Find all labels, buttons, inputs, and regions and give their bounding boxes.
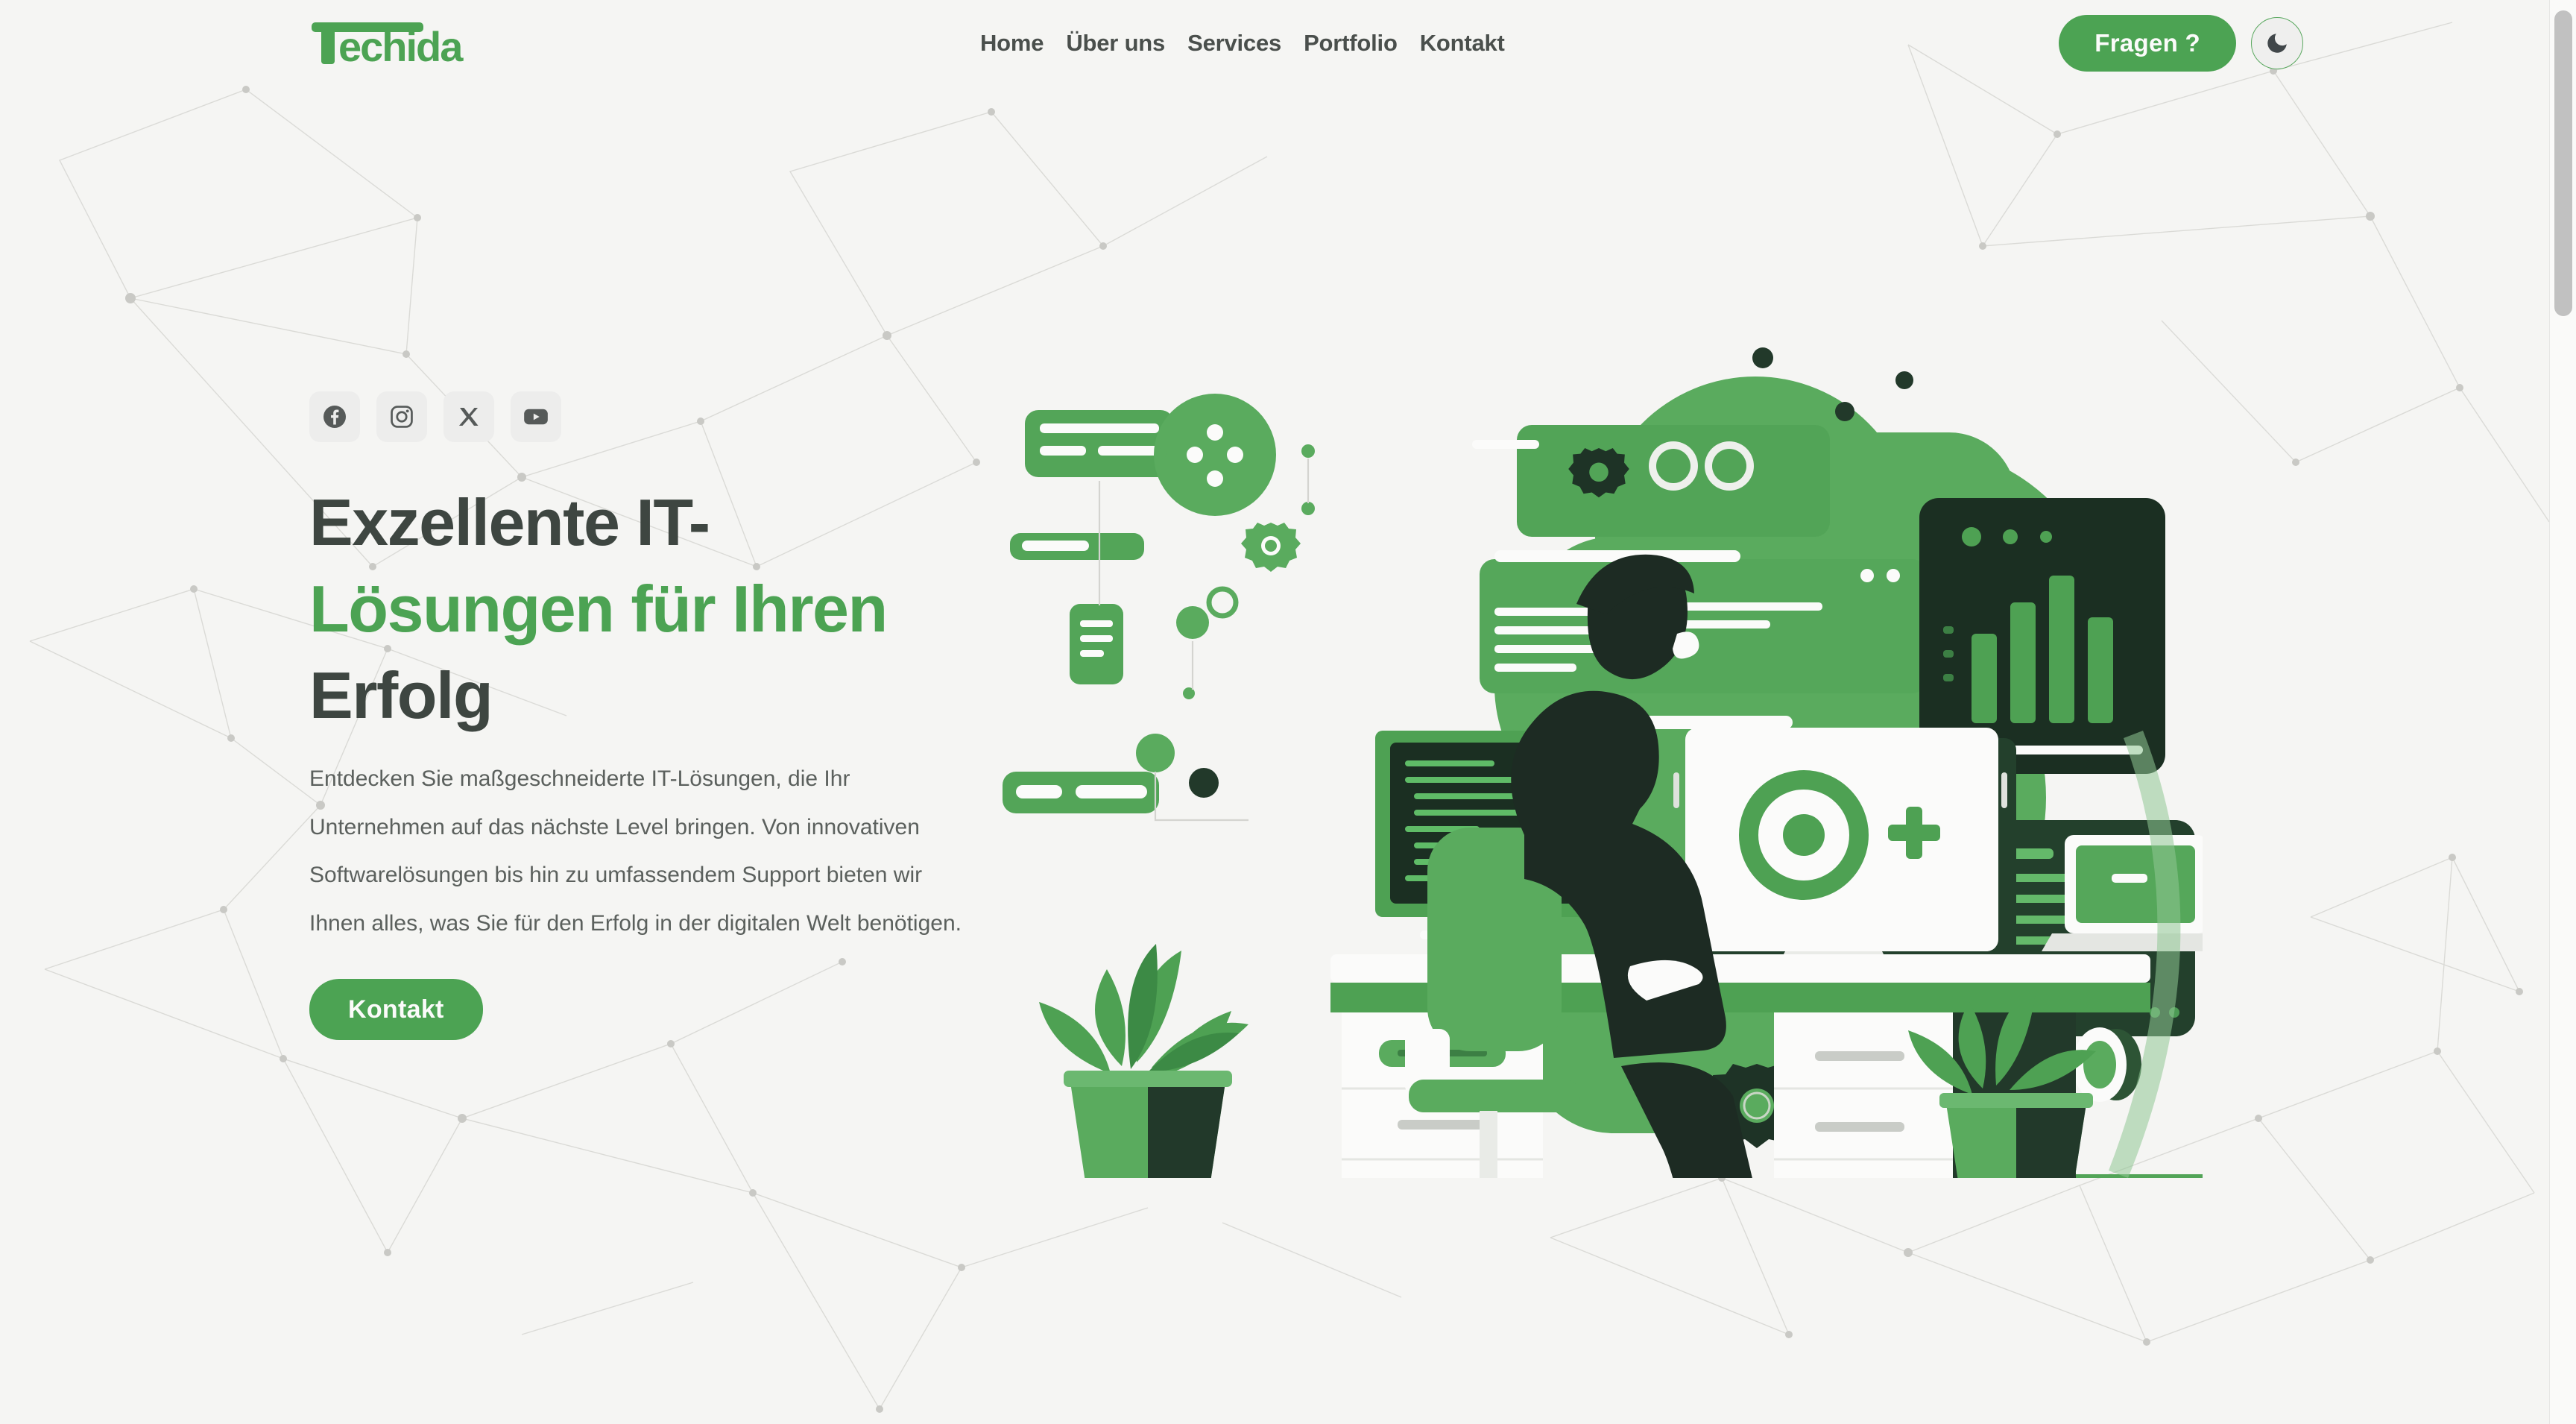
contact-cta-button[interactable]: Kontakt	[309, 979, 483, 1041]
nav-item-kontakt[interactable]: Kontakt	[1420, 30, 1505, 57]
nav-item-home[interactable]: Home	[980, 30, 1044, 57]
svg-text:echida: echida	[338, 23, 464, 66]
social-link-instagram[interactable]	[376, 391, 427, 442]
header-actions: Fragen ?	[2059, 15, 2303, 72]
nav-item-services[interactable]: Services	[1187, 30, 1281, 57]
dark-mode-toggle[interactable]	[2251, 17, 2303, 69]
ask-question-button[interactable]: Fragen ?	[2059, 15, 2236, 72]
hero-content: Exzellente IT- Lösungen für Ihren Erfolg…	[309, 391, 980, 1041]
moon-icon	[2267, 34, 2287, 53]
facebook-icon	[323, 406, 346, 428]
landing-page: echida Home Über uns Services Portfolio …	[0, 0, 2549, 1424]
page-title: Exzellente IT- Lösungen für Ihren Erfolg	[309, 479, 980, 739]
brand-logo[interactable]: echida	[312, 21, 513, 70]
nav-item-portfolio[interactable]: Portfolio	[1304, 30, 1398, 57]
social-link-youtube[interactable]	[511, 391, 561, 442]
social-link-x-twitter[interactable]	[443, 391, 494, 442]
social-link-facebook[interactable]	[309, 391, 360, 442]
headline-line-1: Exzellente IT-	[309, 485, 710, 559]
youtube-icon	[524, 409, 548, 425]
scrollbar-thumb[interactable]	[2554, 10, 2572, 316]
headline-accent: Lösungen für Ihren	[309, 572, 888, 646]
instagram-icon	[391, 406, 413, 428]
headline-line-3: Erfolg	[309, 658, 493, 733]
social-links	[309, 391, 980, 442]
nav-item-ueber-uns[interactable]: Über uns	[1066, 30, 1165, 57]
site-header: echida Home Über uns Services Portfolio …	[0, 0, 2549, 93]
hero-illustration	[1003, 313, 2203, 1178]
hero-description: Entdecken Sie maßgeschneiderte IT-Lösung…	[309, 766, 962, 936]
page-scrollbar[interactable]	[2549, 0, 2576, 1424]
x-icon	[458, 408, 479, 426]
main-navigation: Home Über uns Services Portfolio Kontakt	[980, 30, 1505, 57]
